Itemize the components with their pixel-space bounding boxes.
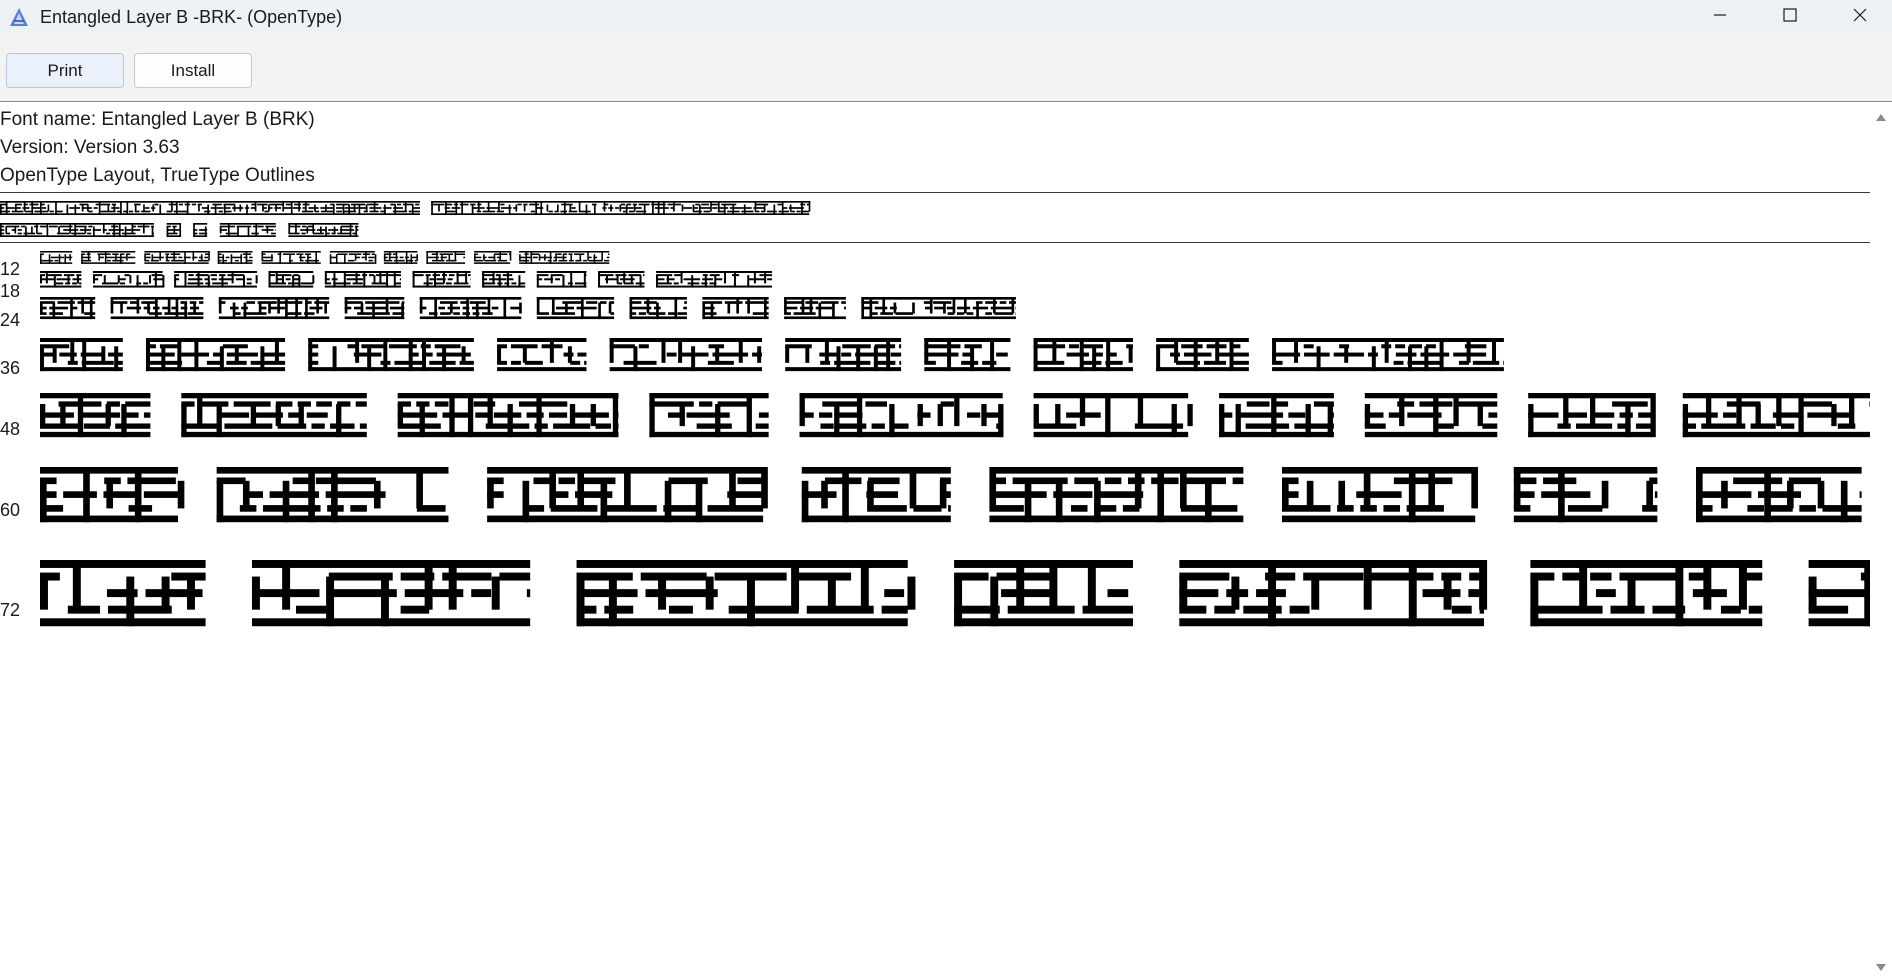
font-preview-area: Font name: Entangled Layer B (BRK) Versi… [0,102,1870,979]
sample-text-18 [40,271,772,288]
size-label-48: 48 [0,419,21,440]
size-label-36: 36 [0,357,21,378]
minimize-button[interactable] [1685,0,1755,34]
sample-text-36 [40,338,1504,372]
maximize-button[interactable] [1755,0,1825,34]
size-label-72: 72 [0,599,21,620]
title-bar: Entangled Layer B -BRK- (OpenType) [0,0,1892,34]
sample-text-24 [40,297,1016,320]
sample-text-60 [40,467,1862,523]
minimize-icon [1713,8,1727,27]
divider-top [0,192,1870,193]
print-button[interactable]: Print [6,53,124,88]
font-viewer-window: Entangled Layer B -BRK- (OpenType) Print… [0,0,1892,979]
sample-text-48 [40,393,1870,438]
size-label-12: 12 [0,258,21,279]
charset-line-2 [0,223,359,237]
install-button[interactable]: Install [134,53,252,88]
font-version-line: Version: Version 3.63 [0,137,180,158]
size-label-60: 60 [0,500,21,520]
size-label-24: 24 [0,310,21,331]
charset-line-1 [0,201,811,215]
toolbar: Print Install [0,34,1892,102]
scroll-up-arrow-icon[interactable] [1876,114,1886,121]
size-label-18: 18 [0,280,21,301]
close-icon [1853,8,1867,27]
font-viewer-icon [8,6,30,28]
scroll-down-arrow-icon[interactable] [1876,964,1886,971]
font-name-line: Font name: Entangled Layer B (BRK) [0,109,315,130]
maximize-icon [1783,7,1797,27]
sample-text-12 [40,251,610,264]
close-button[interactable] [1825,0,1892,34]
divider-bottom [0,242,1870,243]
font-type-line: OpenType Layout, TrueType Outlines [0,165,315,186]
vertical-scrollbar[interactable] [1870,102,1892,979]
window-title: Entangled Layer B -BRK- (OpenType) [40,7,343,27]
sample-text-72 [40,560,1870,627]
